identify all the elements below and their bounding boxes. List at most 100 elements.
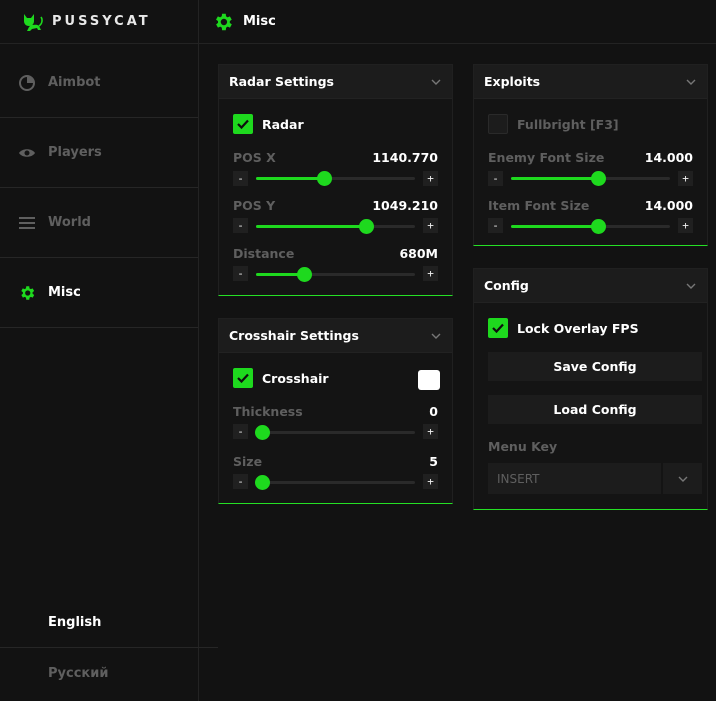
decrement-button[interactable]: -	[233, 266, 248, 281]
sidebar-item-label: Players	[48, 145, 102, 160]
panel-title: Exploits	[484, 74, 541, 89]
sidebar-item-label: Misc	[48, 285, 81, 300]
slider-fill	[256, 225, 366, 228]
checkbox-label: Radar	[262, 116, 304, 132]
checkbox-checked[interactable]	[488, 318, 508, 338]
panel-title: Radar Settings	[229, 74, 334, 89]
page-header: Misc	[199, 0, 716, 44]
chevron-down-icon	[431, 333, 441, 339]
slider-label: Distance	[233, 246, 295, 261]
checkbox-label: Lock Overlay FPS	[517, 320, 639, 336]
checkbox-unchecked[interactable]	[488, 114, 508, 134]
sidebar: PUSSYCAT Aimbot Players World Misc Engli…	[0, 0, 218, 701]
decrement-button[interactable]: -	[233, 424, 248, 439]
language-english[interactable]: English	[0, 598, 218, 648]
panel-title: Config	[484, 278, 529, 293]
language-russian[interactable]: Русский	[0, 648, 218, 698]
brand: PUSSYCAT	[0, 0, 198, 44]
increment-button[interactable]: +	[423, 171, 438, 186]
decrement-button[interactable]: -	[488, 218, 503, 233]
decrement-button[interactable]: -	[233, 218, 248, 233]
increment-button[interactable]: +	[678, 171, 693, 186]
save-config-button[interactable]: Save Config	[488, 352, 702, 381]
slider-value: 1140.770	[372, 150, 438, 165]
pos-x-slider[interactable]	[256, 171, 415, 186]
menu-key-dropdown-button[interactable]	[663, 463, 702, 494]
increment-button[interactable]: +	[423, 218, 438, 233]
slider-value: 0	[429, 404, 438, 419]
load-config-button[interactable]: Load Config	[488, 395, 702, 424]
increment-button[interactable]: +	[678, 218, 693, 233]
menu-key-select[interactable]: INSERT	[488, 463, 661, 494]
radar-settings-panel: Radar Settings Radar POS X 1140.770 - + …	[218, 64, 453, 296]
panel-title: Crosshair Settings	[229, 328, 359, 343]
sidebar-item-label: World	[48, 215, 91, 230]
sidebar-item-label: Aimbot	[48, 75, 101, 90]
slider-knob[interactable]	[358, 219, 374, 234]
slider-value: 5	[429, 454, 438, 469]
size-slider[interactable]	[255, 475, 415, 490]
distance-slider[interactable]	[256, 267, 415, 282]
brand-name: PUSSYCAT	[52, 14, 151, 29]
page-title: Misc	[243, 14, 276, 29]
sidebar-item-world[interactable]: World	[0, 188, 198, 258]
radar-settings-header[interactable]: Radar Settings	[219, 65, 452, 99]
chevron-down-icon	[686, 79, 696, 85]
config-panel: Config Lock Overlay FPS Save Config Load…	[473, 268, 708, 510]
slider-label: POS Y	[233, 198, 276, 213]
exploits-header[interactable]: Exploits	[474, 65, 707, 99]
decrement-button[interactable]: -	[488, 171, 503, 186]
item-font-size-slider[interactable]	[511, 219, 670, 234]
chevron-down-icon	[431, 79, 441, 85]
slider-label: Item Font Size	[488, 198, 590, 213]
exploits-panel: Exploits Fullbright [F3] Enemy Font Size…	[473, 64, 708, 246]
slider-value: 680M	[399, 246, 438, 261]
slider-knob[interactable]	[255, 425, 271, 440]
slider-value: 14.000	[644, 150, 693, 165]
slider-knob[interactable]	[296, 267, 312, 282]
sidebar-item-aimbot[interactable]: Aimbot	[0, 48, 198, 118]
slider-fill	[511, 225, 599, 228]
gear-icon	[18, 284, 36, 302]
crosshair-toggle[interactable]: Crosshair	[233, 368, 329, 388]
sidebar-item-misc[interactable]: Misc	[0, 258, 198, 328]
slider-fill	[511, 177, 599, 180]
slider-label: POS X	[233, 150, 276, 165]
crosshair-color-swatch[interactable]	[418, 370, 440, 390]
checkbox-checked[interactable]	[233, 114, 253, 134]
checkbox-label: Fullbright [F3]	[517, 116, 619, 132]
lock-overlay-fps-toggle[interactable]: Lock Overlay FPS	[488, 318, 639, 338]
slider-label: Enemy Font Size	[488, 150, 605, 165]
menu-lines-icon	[18, 214, 36, 232]
menu-key-label: Menu Key	[488, 439, 558, 454]
config-header[interactable]: Config	[474, 269, 707, 303]
target-icon	[18, 74, 36, 92]
slider-label: Size	[233, 454, 263, 469]
chevron-down-icon	[686, 283, 696, 289]
checkbox-label: Crosshair	[262, 370, 329, 386]
thickness-slider[interactable]	[255, 425, 415, 440]
slider-label: Thickness	[233, 404, 303, 419]
fullbright-toggle[interactable]: Fullbright [F3]	[488, 114, 619, 134]
slider-knob[interactable]	[591, 171, 607, 186]
increment-button[interactable]: +	[423, 474, 438, 489]
crosshair-settings-header[interactable]: Crosshair Settings	[219, 319, 452, 353]
eye-icon	[18, 144, 36, 162]
pos-y-slider[interactable]	[256, 219, 415, 234]
slider-knob[interactable]	[317, 171, 333, 186]
decrement-button[interactable]: -	[233, 474, 248, 489]
decrement-button[interactable]: -	[233, 171, 248, 186]
chevron-down-icon	[678, 476, 687, 482]
cat-logo-icon	[24, 13, 43, 31]
sidebar-item-players[interactable]: Players	[0, 118, 198, 188]
slider-knob[interactable]	[255, 475, 271, 490]
radar-toggle[interactable]: Radar	[233, 114, 304, 134]
increment-button[interactable]: +	[423, 424, 438, 439]
slider-value: 14.000	[644, 198, 693, 213]
gear-icon	[216, 13, 232, 30]
enemy-font-size-slider[interactable]	[511, 171, 670, 186]
slider-fill	[256, 177, 325, 180]
slider-knob[interactable]	[591, 219, 607, 234]
increment-button[interactable]: +	[423, 266, 438, 281]
checkbox-checked[interactable]	[233, 368, 253, 388]
